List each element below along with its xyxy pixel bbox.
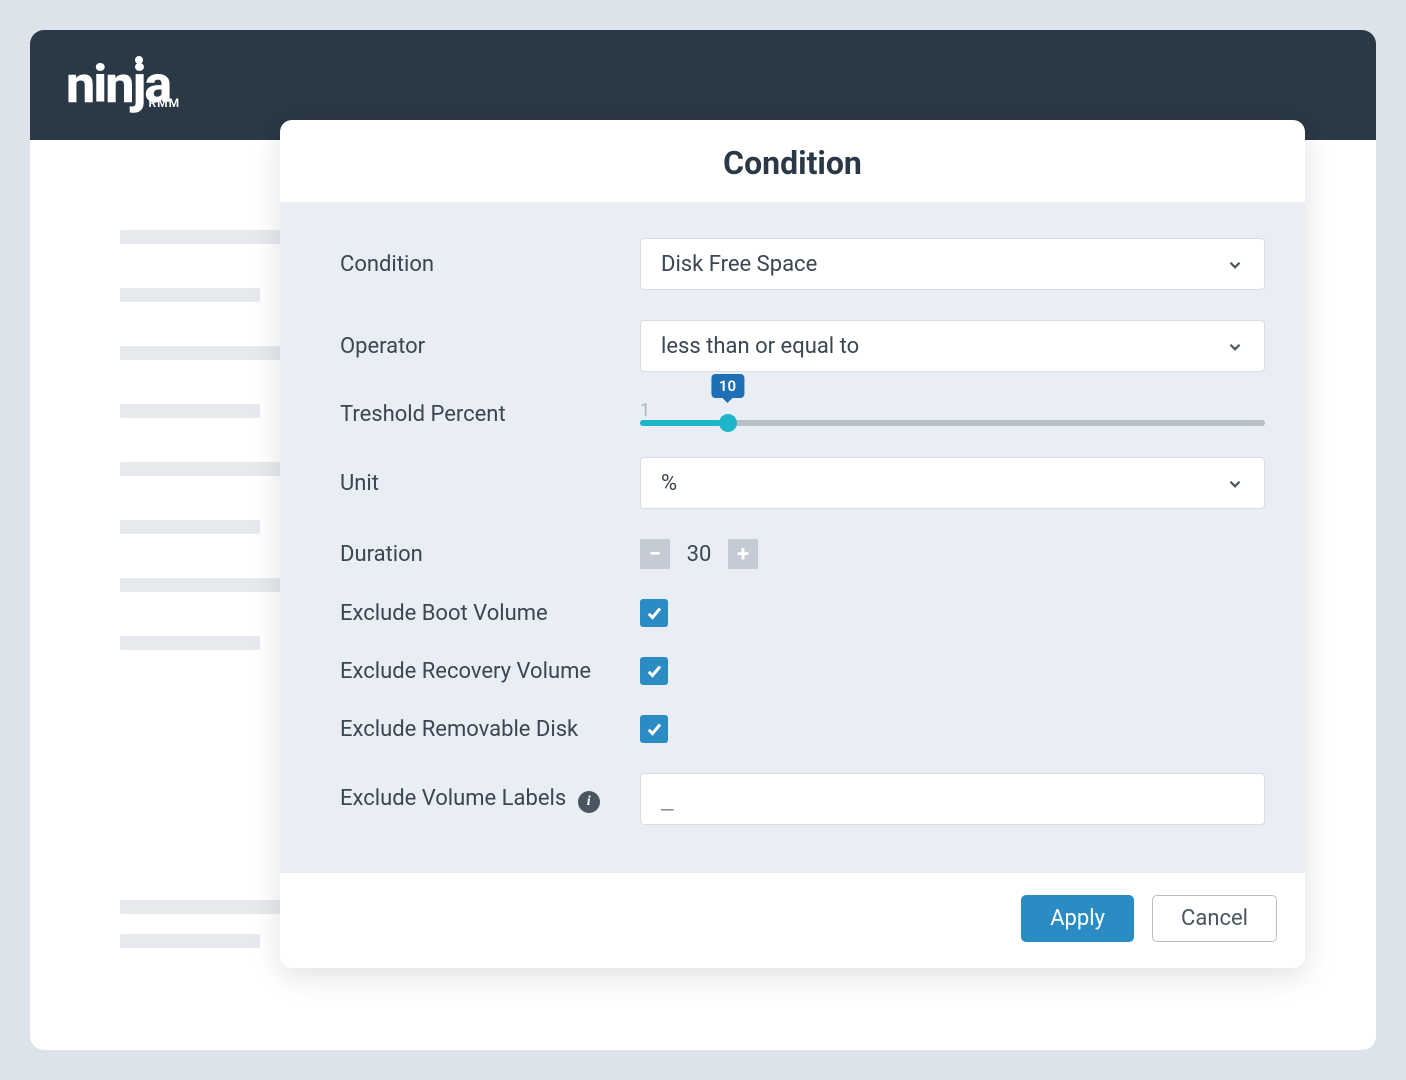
label-unit: Unit [340, 471, 640, 496]
brand-sub: RMM [148, 97, 180, 109]
chevron-down-icon [1226, 474, 1244, 492]
condition-value: Disk Free Space [661, 252, 817, 277]
unit-value: % [661, 471, 677, 496]
duration-value: 30 [684, 542, 714, 567]
checkbox-exclude-removable[interactable] [640, 715, 668, 743]
apply-button[interactable]: Apply [1021, 895, 1134, 942]
chevron-down-icon [1226, 337, 1244, 355]
duration-stepper: − 30 + [640, 539, 1265, 569]
label-exclude-boot: Exclude Boot Volume [340, 601, 640, 626]
operator-select[interactable]: less than or equal to [640, 320, 1265, 372]
stepper-plus[interactable]: + [728, 539, 758, 569]
label-duration: Duration [340, 542, 640, 567]
condition-select[interactable]: Disk Free Space [640, 238, 1265, 290]
modal-title: Condition [280, 120, 1305, 202]
unit-select[interactable]: % [640, 457, 1265, 509]
brand-logo: ninja RMM [66, 59, 178, 111]
info-icon[interactable]: i [578, 791, 600, 813]
condition-modal: Condition Condition Disk Free Space Oper… [280, 120, 1305, 968]
label-threshold: Treshold Percent [340, 402, 640, 427]
row-exclude-removable: Exclude Removable Disk [340, 715, 1265, 743]
slider-min: 1 [640, 400, 650, 421]
modal-body: Condition Disk Free Space Operator less … [280, 202, 1305, 873]
sidebar-skeleton-bottom [120, 900, 280, 968]
label-exclude-removable: Exclude Removable Disk [340, 717, 640, 742]
threshold-slider[interactable]: 1 10 [640, 404, 1265, 426]
slider-tooltip: 10 [711, 374, 744, 398]
row-operator: Operator less than or equal to [340, 320, 1265, 372]
checkbox-exclude-boot[interactable] [640, 599, 668, 627]
row-exclude-boot: Exclude Boot Volume [340, 599, 1265, 627]
sidebar-skeleton [120, 230, 280, 694]
operator-value: less than or equal to [661, 334, 859, 359]
row-duration: Duration − 30 + [340, 539, 1265, 569]
exclude-labels-input[interactable] [640, 773, 1265, 825]
label-exclude-recovery: Exclude Recovery Volume [340, 659, 640, 684]
row-exclude-labels: Exclude Volume Labels i [340, 773, 1265, 825]
row-exclude-recovery: Exclude Recovery Volume [340, 657, 1265, 685]
row-condition: Condition Disk Free Space [340, 238, 1265, 290]
row-unit: Unit % [340, 457, 1265, 509]
modal-footer: Apply Cancel [280, 873, 1305, 968]
label-condition: Condition [340, 252, 640, 277]
checkbox-exclude-recovery[interactable] [640, 657, 668, 685]
row-threshold: Treshold Percent 1 10 [340, 402, 1265, 427]
chevron-down-icon [1226, 255, 1244, 273]
app-window: ninja RMM Condition Condition Disk Free … [30, 30, 1376, 1050]
slider-track [640, 420, 1265, 426]
slider-fill [640, 420, 728, 426]
cancel-button[interactable]: Cancel [1152, 895, 1277, 942]
slider-thumb[interactable] [719, 414, 737, 432]
label-operator: Operator [340, 334, 640, 359]
stepper-minus[interactable]: − [640, 539, 670, 569]
label-exclude-labels: Exclude Volume Labels i [340, 786, 640, 813]
